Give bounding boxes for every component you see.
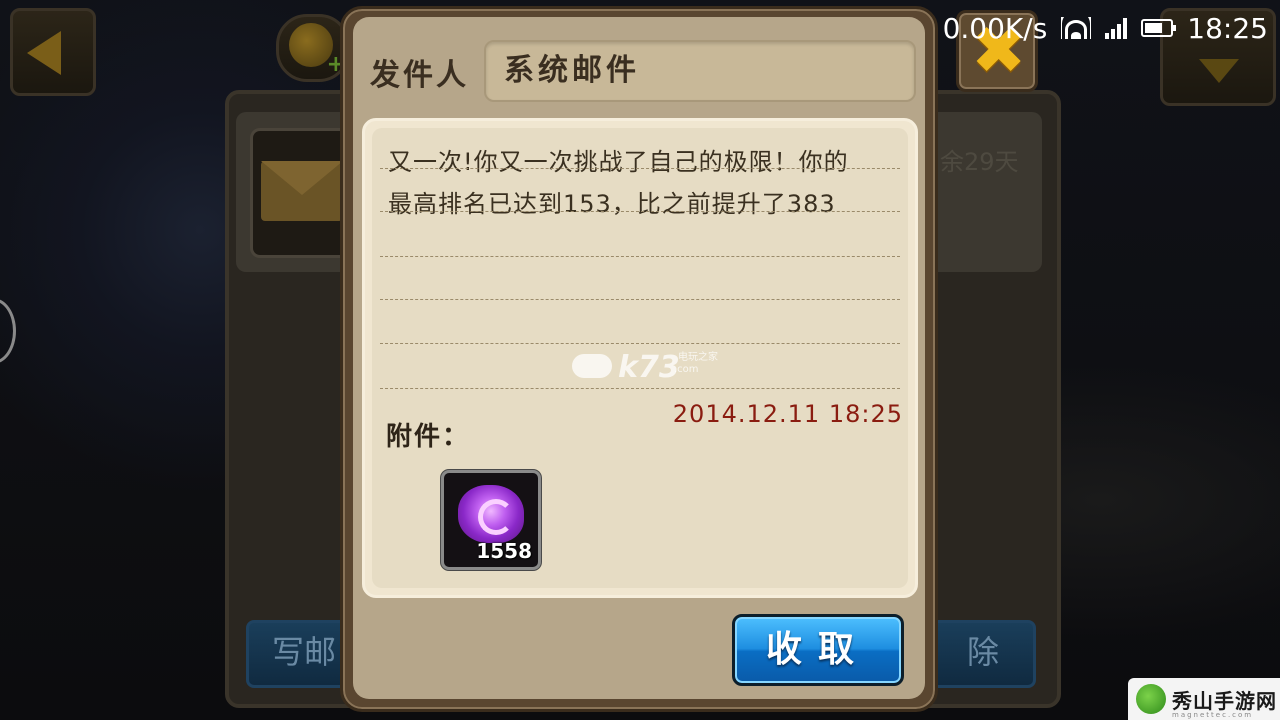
logo-subtext: magnettec.com — [1172, 711, 1254, 719]
battery-icon — [1141, 19, 1177, 37]
sender-label: 发件人 — [370, 58, 469, 93]
mail-date: 2014.12.11 18:25 — [672, 400, 903, 428]
mail-expiry-text: 余29天 — [940, 148, 1019, 176]
chevron-down-icon — [1199, 59, 1239, 83]
clock: 18:25 — [1187, 11, 1268, 45]
attachment-item[interactable]: 1558 — [441, 470, 541, 570]
logo-mark-icon — [1136, 684, 1166, 714]
divider — [380, 211, 900, 212]
message-line: 又一次!你又一次挑战了自己的极限！你的 — [388, 148, 849, 176]
back-arrow-icon — [27, 31, 61, 75]
signal-icon — [1105, 17, 1128, 39]
watermark-subtext: 电玩之家 — [678, 352, 718, 363]
watermark-domain: .com — [674, 364, 699, 375]
status-bar: 0.00K/s 18:25 — [943, 8, 1268, 48]
attachment-label: 附件： — [386, 422, 471, 452]
watermark-text: k73 — [618, 350, 680, 385]
envelope-icon — [261, 161, 343, 221]
site-logo: 秀山手游网 magnettec.com — [1128, 678, 1280, 720]
divider — [380, 299, 900, 300]
collect-button[interactable]: 收取 — [732, 614, 904, 686]
add-gold-button[interactable]: + — [276, 14, 350, 82]
mail-thumbnail — [250, 128, 354, 258]
logo-text: 秀山手游网 — [1172, 688, 1277, 713]
divider — [380, 343, 900, 344]
divider — [380, 256, 900, 257]
back-button[interactable] — [10, 8, 96, 96]
mail-content-area: 又一次!你又一次挑战了自己的极限！你的 最高排名已达到153，比之前提升了383… — [372, 128, 908, 588]
purple-gem-icon — [458, 485, 524, 543]
divider — [380, 388, 900, 389]
network-speed: 0.00K/s — [942, 11, 1048, 45]
divider — [380, 168, 900, 169]
wifi-icon — [1061, 17, 1092, 39]
gem-swirl — [478, 499, 514, 535]
attachment-count: 1558 — [476, 539, 532, 563]
mail-content-paper: 又一次!你又一次挑战了自己的极限！你的 最高排名已达到153，比之前提升了383… — [362, 118, 918, 598]
gamepad-watermark-icon — [572, 354, 612, 378]
delete-mail-button[interactable]: 除 — [930, 620, 1036, 688]
message-line: 最高排名已达到153，比之前提升了383 — [388, 190, 836, 218]
sender-field: 系统邮件 — [484, 40, 916, 102]
